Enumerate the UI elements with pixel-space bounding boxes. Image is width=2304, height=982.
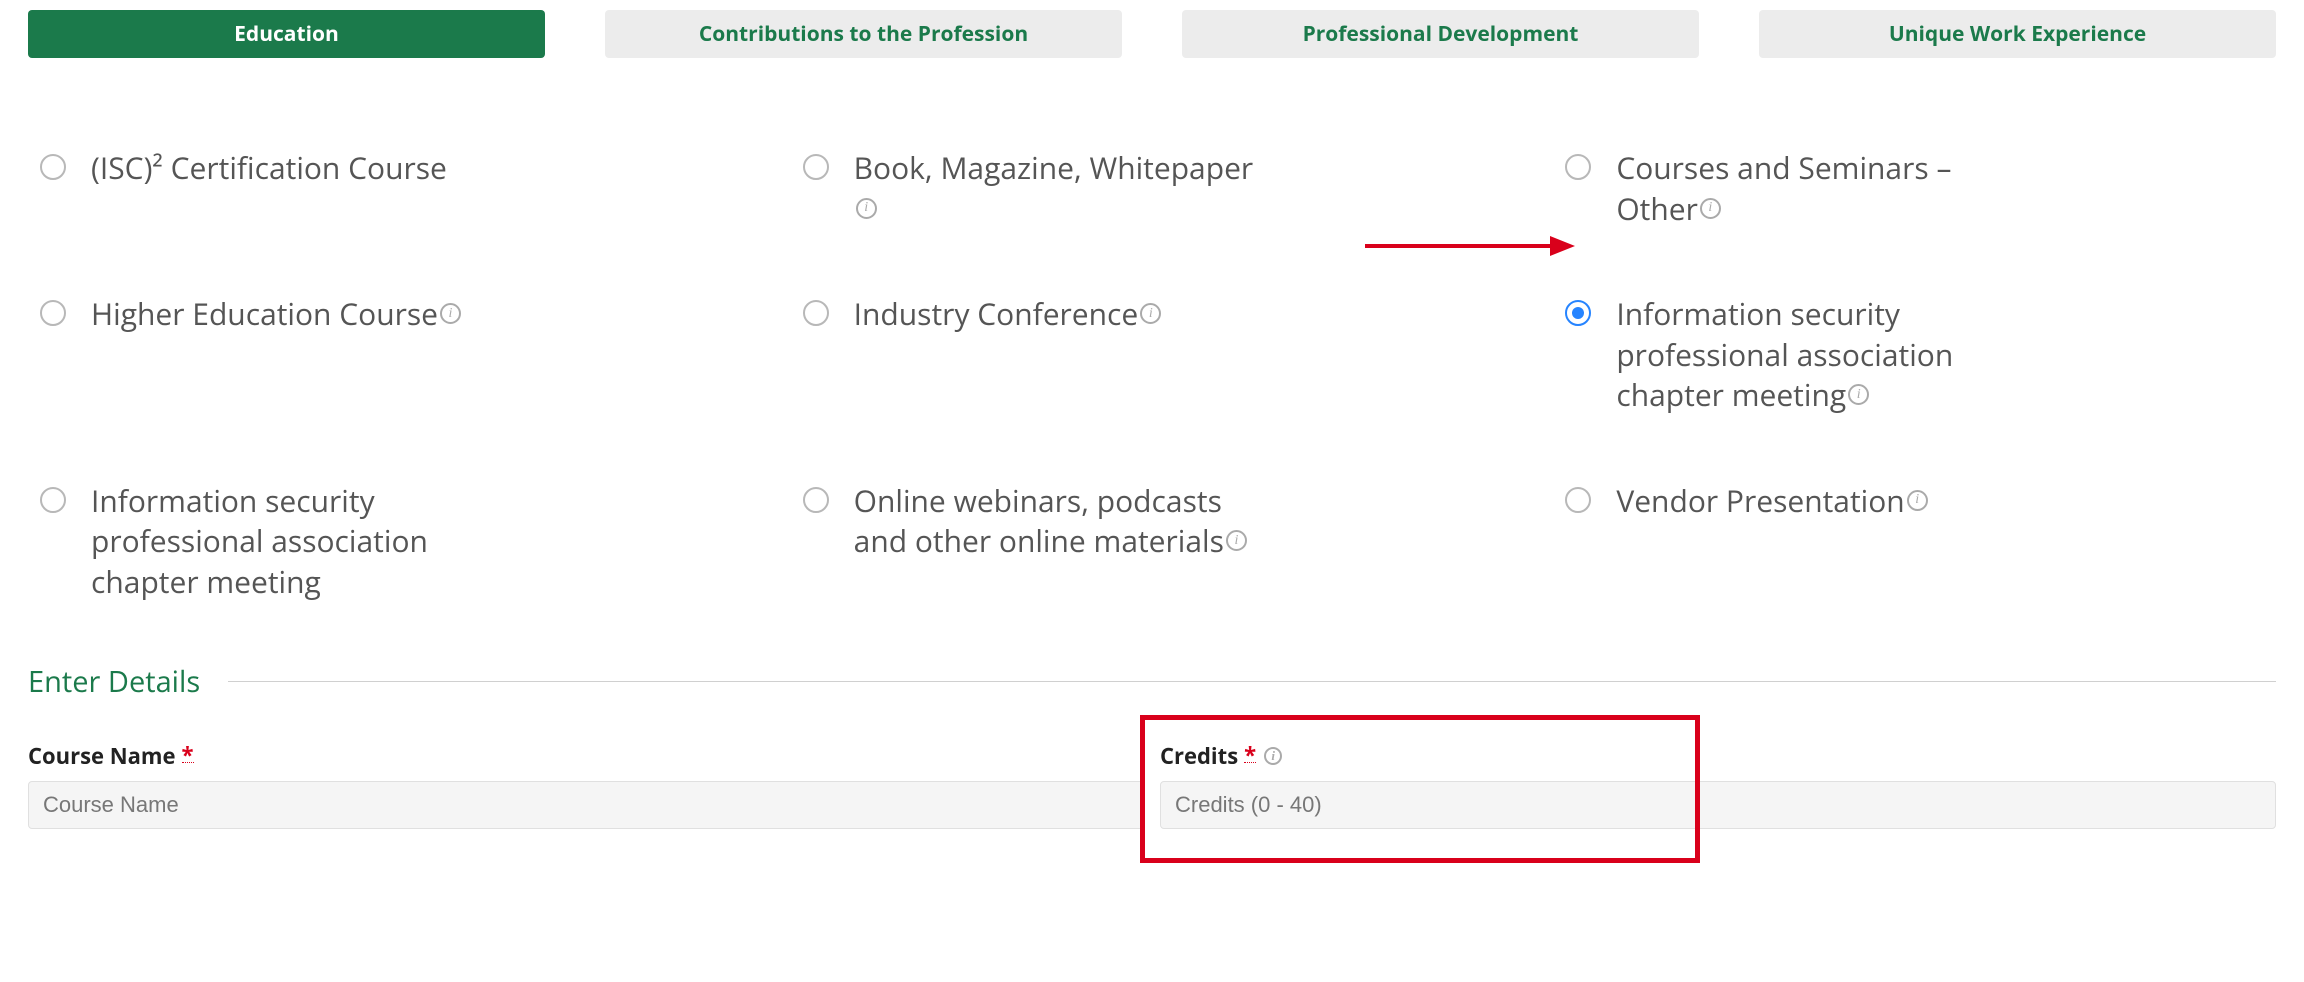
option-label: Online webinars, podcasts and other onli… (854, 481, 1274, 562)
option-courses-seminars-other[interactable]: Courses and Seminars – Otheri (1553, 148, 2276, 229)
option-label: Courses and Seminars – Otheri (1616, 148, 2036, 229)
course-name-label: Course Name * (28, 741, 1144, 771)
info-icon[interactable]: i (1140, 303, 1161, 324)
option-book-magazine-whitepaper[interactable]: Book, Magazine, Whitepaperi (791, 148, 1514, 229)
option-industry-conference[interactable]: Industry Conferencei (791, 294, 1514, 416)
option-isc2-certification-course[interactable]: (ISC)² Certification Course (28, 148, 751, 229)
option-higher-education-course[interactable]: Higher Education Coursei (28, 294, 751, 416)
tab-contributions[interactable]: Contributions to the Profession (605, 10, 1122, 58)
category-tabs: Education Contributions to the Professio… (28, 10, 2276, 58)
enter-details-header: Enter Details (28, 662, 2276, 701)
section-divider (228, 681, 2276, 682)
radio-button[interactable] (40, 300, 66, 326)
arrow-annotation-icon (1360, 226, 1580, 266)
details-form-row: Course Name * Credits * i (28, 741, 2276, 829)
info-icon[interactable]: i (440, 303, 461, 324)
option-label: Industry Conferencei (854, 294, 1162, 335)
option-vendor-presentation[interactable]: Vendor Presentationi (1553, 481, 2276, 603)
credits-input[interactable] (1160, 781, 2276, 829)
info-icon[interactable]: i (1226, 530, 1247, 551)
info-icon[interactable]: i (856, 198, 877, 219)
option-infosec-chapter-meeting[interactable]: Information security professional associ… (28, 481, 751, 603)
option-online-webinars-podcasts[interactable]: Online webinars, podcasts and other onli… (791, 481, 1514, 603)
tab-professional-development[interactable]: Professional Development (1182, 10, 1699, 58)
radio-button[interactable] (1565, 300, 1591, 326)
radio-button[interactable] (1565, 154, 1591, 180)
tab-education[interactable]: Education (28, 10, 545, 58)
radio-button[interactable] (803, 154, 829, 180)
course-name-group: Course Name * (28, 741, 1144, 829)
info-icon[interactable]: i (1700, 198, 1721, 219)
option-label: Vendor Presentationi (1616, 481, 1927, 522)
option-label: Higher Education Coursei (91, 294, 461, 335)
course-name-input[interactable] (28, 781, 1144, 829)
credits-label: Credits * i (1160, 741, 2276, 771)
info-icon[interactable]: i (1848, 384, 1869, 405)
activity-type-options: (ISC)² Certification Course Book, Magazi… (28, 148, 2276, 602)
radio-button[interactable] (40, 487, 66, 513)
tab-unique-work-experience[interactable]: Unique Work Experience (1759, 10, 2276, 58)
credits-group: Credits * i (1160, 741, 2276, 829)
info-icon[interactable]: i (1264, 747, 1282, 765)
required-indicator: * (1244, 749, 1256, 763)
required-indicator: * (182, 749, 194, 763)
option-infosec-chapter-meeting-selected[interactable]: Information security professional associ… (1553, 294, 2276, 416)
option-label: Information security professional associ… (91, 481, 511, 603)
option-label: Book, Magazine, Whitepaperi (854, 148, 1274, 229)
option-label: (ISC)² Certification Course (91, 148, 447, 189)
section-title: Enter Details (28, 662, 228, 701)
info-icon[interactable]: i (1907, 490, 1928, 511)
option-label: Information security professional associ… (1616, 294, 2036, 416)
radio-button[interactable] (1565, 487, 1591, 513)
radio-button[interactable] (803, 487, 829, 513)
radio-button[interactable] (40, 154, 66, 180)
radio-button[interactable] (803, 300, 829, 326)
